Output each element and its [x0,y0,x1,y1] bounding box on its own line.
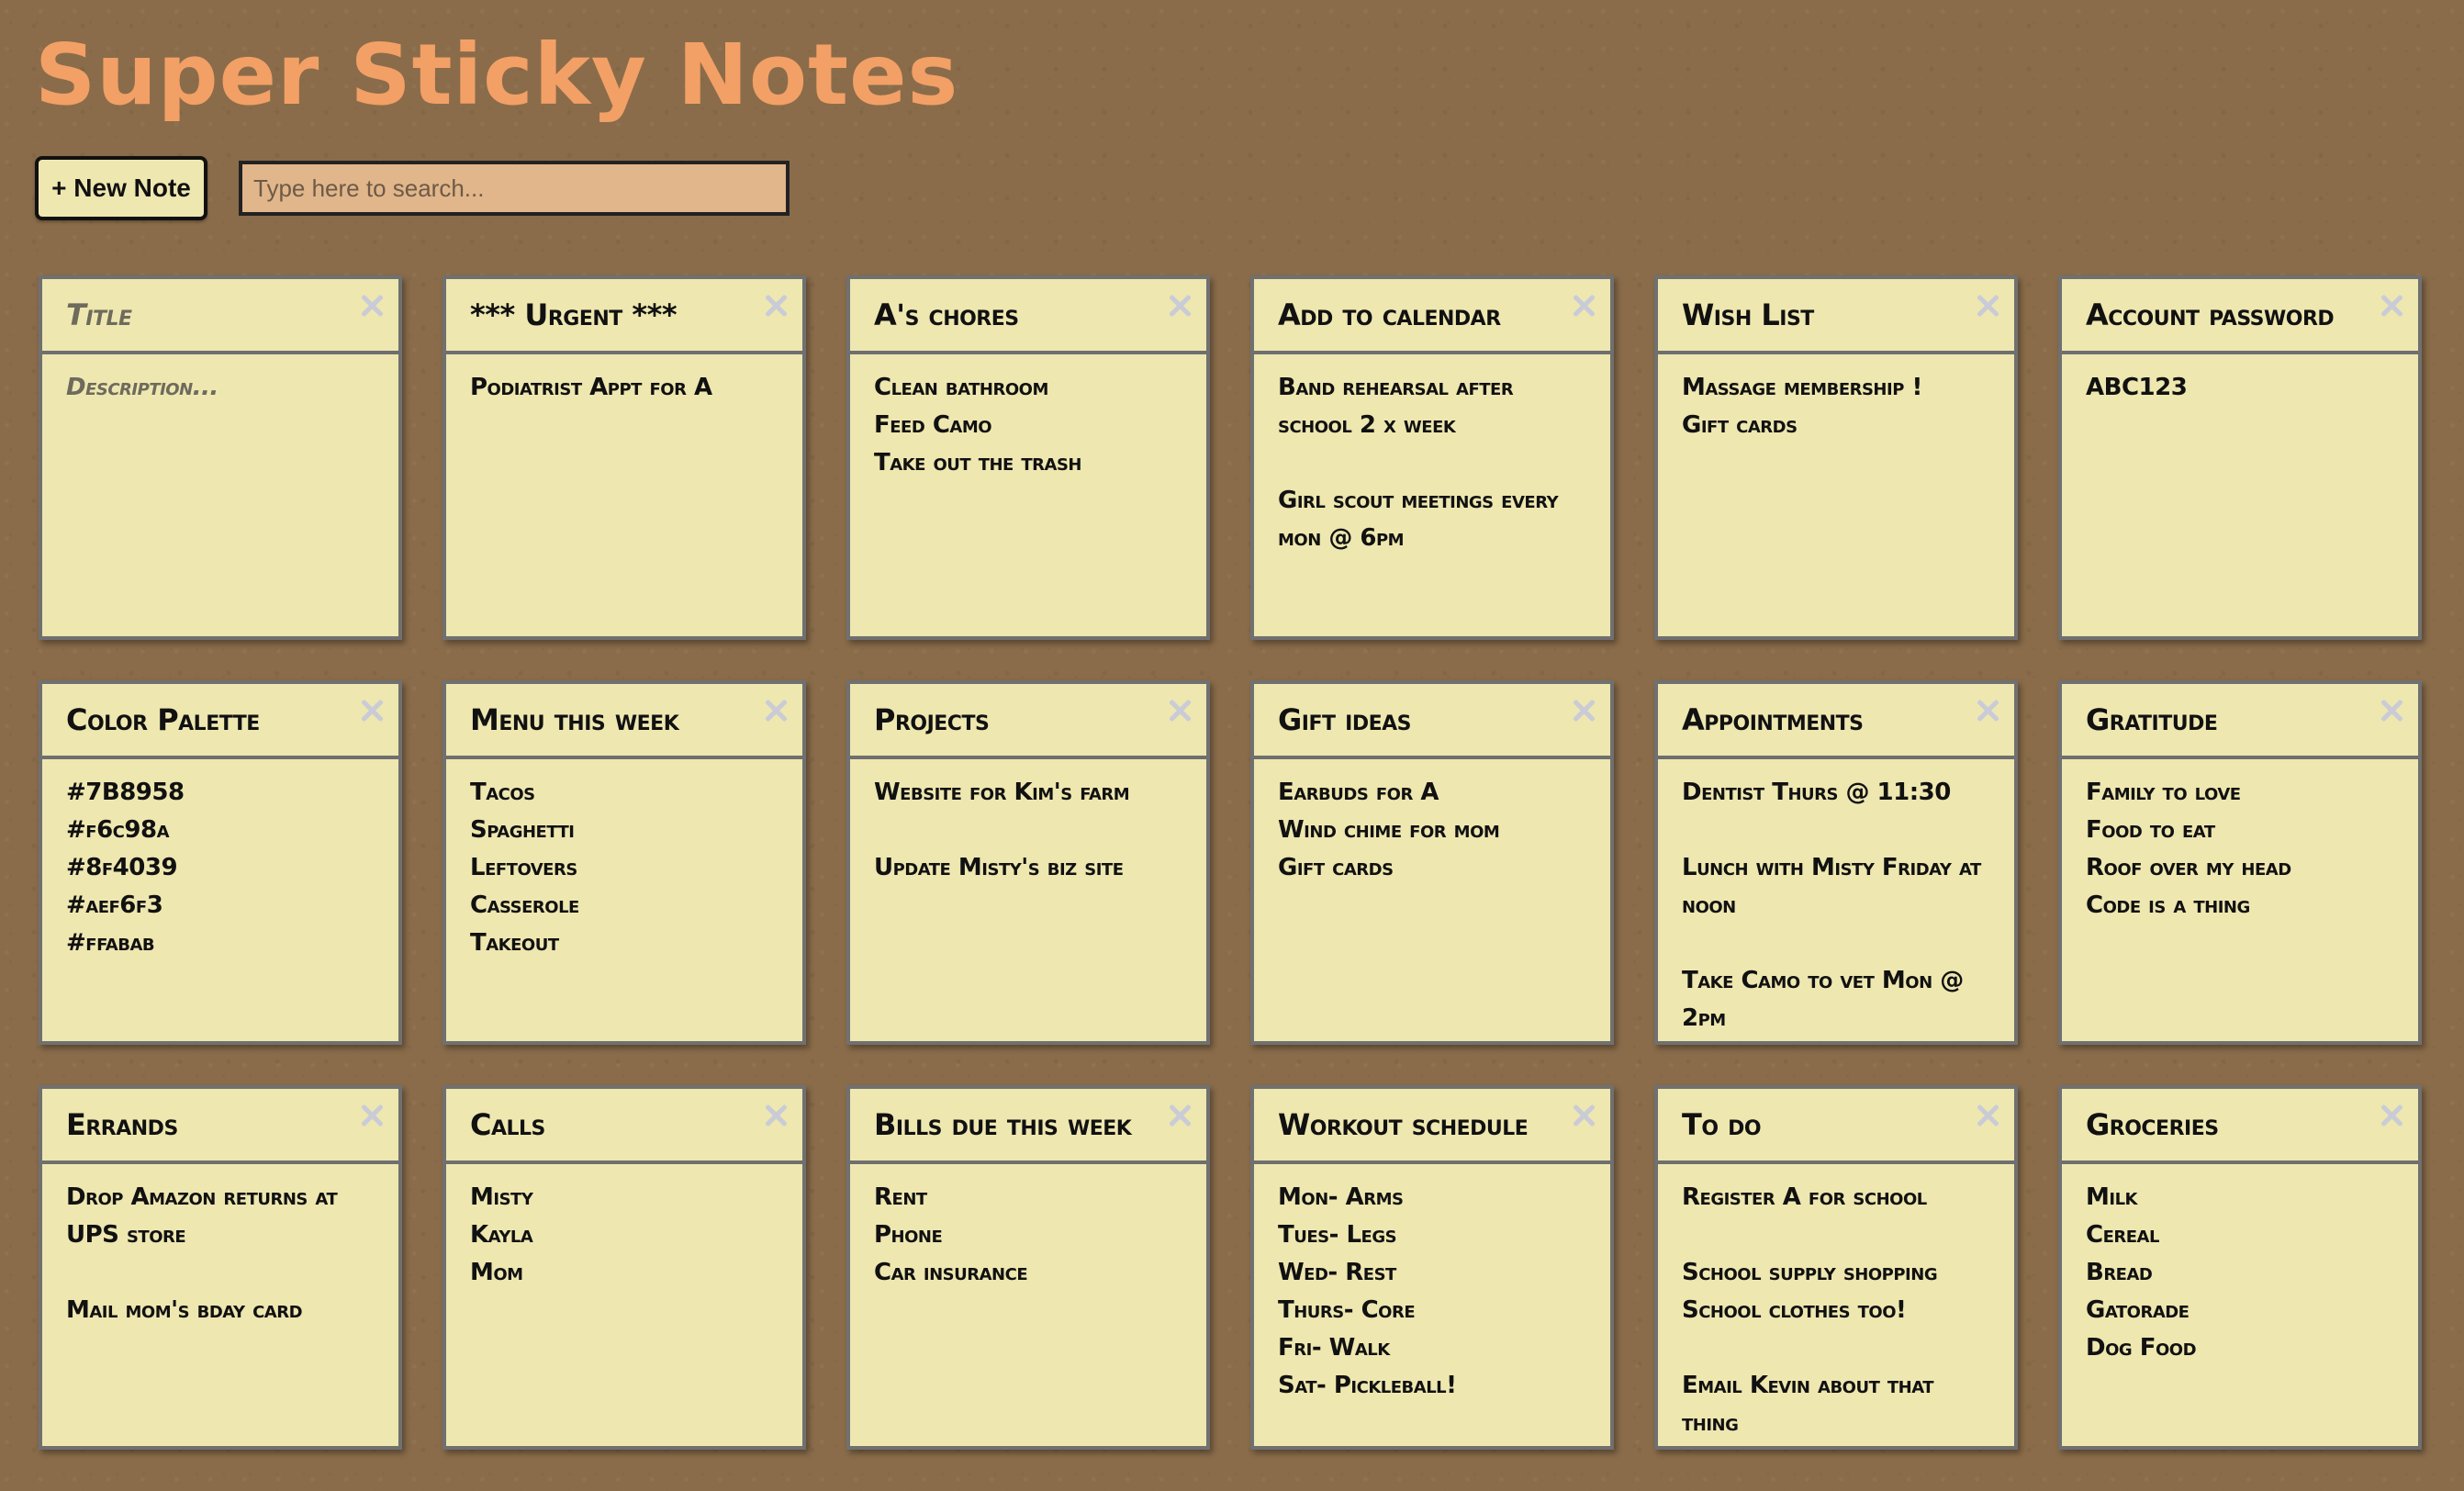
close-icon[interactable] [1166,1102,1193,1129]
close-icon[interactable] [1570,697,1597,724]
note-title[interactable]: Title [42,279,398,354]
note-description[interactable]: Milk Cereal Bread Gatorade Dog Food [2062,1164,2418,1367]
search-input[interactable] [239,161,790,216]
close-icon[interactable] [1570,292,1597,320]
toolbar: + New Note [35,156,790,220]
sticky-note[interactable]: Color Palette #7B8958 #f6c98a #8f4039 #ae… [39,680,402,1045]
sticky-note[interactable]: To do Register A for school School supply… [1654,1085,2018,1450]
sticky-note[interactable]: Calls Misty Kayla Mom [442,1085,806,1450]
sticky-note[interactable]: Gift ideas Earbuds for A Wind chime for m… [1250,680,1614,1045]
note-title[interactable]: Bills due this week [850,1089,1206,1164]
note-title[interactable]: Appointments [1658,684,2014,759]
note-description[interactable]: Clean bathroom Feed Camo Take out the tr… [850,354,1206,482]
note-description[interactable]: Misty Kayla Mom [446,1164,802,1292]
app-title: Super Sticky Notes [35,26,959,124]
sticky-note[interactable]: A's chores Clean bathroom Feed Camo Take … [846,275,1210,640]
close-icon[interactable] [1974,292,2001,320]
sticky-note[interactable]: Wish List Massage membership ! Gift cards [1654,275,2018,640]
close-icon[interactable] [762,697,790,724]
note-description[interactable]: Mon- Arms Tues- Legs Wed- Rest Thurs- Co… [1254,1164,1610,1405]
note-title[interactable]: *** Urgent *** [446,279,802,354]
note-description[interactable]: Massage membership ! Gift cards [1658,354,2014,444]
notes-grid: Title Description... *** Urgent *** Podiatr… [39,275,2425,1450]
sticky-note[interactable]: Errands Drop Amazon returns at UPS store … [39,1085,402,1450]
sticky-note[interactable]: Account password ABC123 [2058,275,2422,640]
note-description[interactable]: Earbuds for A Wind chime for mom Gift ca… [1254,759,1610,887]
note-description[interactable]: Family to love Food to eat Roof over my … [2062,759,2418,925]
sticky-note[interactable]: Appointments Dentist Thurs @ 11:30 Lunch … [1654,680,2018,1045]
sticky-note[interactable]: *** Urgent *** Podiatrist Appt for A [442,275,806,640]
note-title[interactable]: Workout schedule [1254,1089,1610,1164]
sticky-note[interactable]: Title Description... [39,275,402,640]
note-description[interactable]: Rent Phone Car insurance [850,1164,1206,1292]
note-description[interactable]: Tacos Spaghetti Leftovers Casserole Take… [446,759,802,962]
sticky-note[interactable]: Gratitude Family to love Food to eat Roof… [2058,680,2422,1045]
note-description[interactable]: Website for Kim's farm Update Misty's bi… [850,759,1206,887]
close-icon[interactable] [358,697,386,724]
sticky-note[interactable]: Projects Website for Kim's farm Update Mi… [846,680,1210,1045]
sticky-note[interactable]: Add to calendar Band rehearsal after scho… [1250,275,1614,640]
note-title[interactable]: Calls [446,1089,802,1164]
note-description[interactable]: Dentist Thurs @ 11:30 Lunch with Misty F… [1658,759,2014,1037]
note-description[interactable]: Drop Amazon returns at UPS store Mail mo… [42,1164,398,1329]
close-icon[interactable] [1166,292,1193,320]
note-description[interactable]: Description... [42,354,398,407]
note-title[interactable]: Color Palette [42,684,398,759]
note-title[interactable]: Errands [42,1089,398,1164]
sticky-note[interactable]: Bills due this week Rent Phone Car insura… [846,1085,1210,1450]
note-title[interactable]: Gift ideas [1254,684,1610,759]
note-title[interactable]: Add to calendar [1254,279,1610,354]
note-title[interactable]: Wish List [1658,279,2014,354]
sticky-note[interactable]: Workout schedule Mon- Arms Tues- Legs Wed… [1250,1085,1614,1450]
note-title[interactable]: To do [1658,1089,2014,1164]
close-icon[interactable] [1570,1102,1597,1129]
note-title[interactable]: Account password [2062,279,2418,354]
note-title[interactable]: Menu this week [446,684,802,759]
note-title[interactable]: Gratitude [2062,684,2418,759]
note-description[interactable]: Band rehearsal after school 2 x week Gir… [1254,354,1610,557]
sticky-note[interactable]: Groceries Milk Cereal Bread Gatorade Dog … [2058,1085,2422,1450]
close-icon[interactable] [1974,697,2001,724]
close-icon[interactable] [2378,292,2405,320]
new-note-button[interactable]: + New Note [35,156,207,220]
note-description[interactable]: Register A for school School supply shop… [1658,1164,2014,1442]
close-icon[interactable] [358,1102,386,1129]
note-description[interactable]: ABC123 [2062,354,2418,407]
note-title[interactable]: A's chores [850,279,1206,354]
close-icon[interactable] [1166,697,1193,724]
sticky-note[interactable]: Menu this week Tacos Spaghetti Leftovers … [442,680,806,1045]
note-description[interactable]: Podiatrist Appt for A [446,354,802,407]
close-icon[interactable] [358,292,386,320]
close-icon[interactable] [762,292,790,320]
note-title[interactable]: Groceries [2062,1089,2418,1164]
close-icon[interactable] [762,1102,790,1129]
close-icon[interactable] [1974,1102,2001,1129]
note-description[interactable]: #7B8958 #f6c98a #8f4039 #aef6f3 #ffabab [42,759,398,962]
note-title[interactable]: Projects [850,684,1206,759]
close-icon[interactable] [2378,1102,2405,1129]
close-icon[interactable] [2378,697,2405,724]
